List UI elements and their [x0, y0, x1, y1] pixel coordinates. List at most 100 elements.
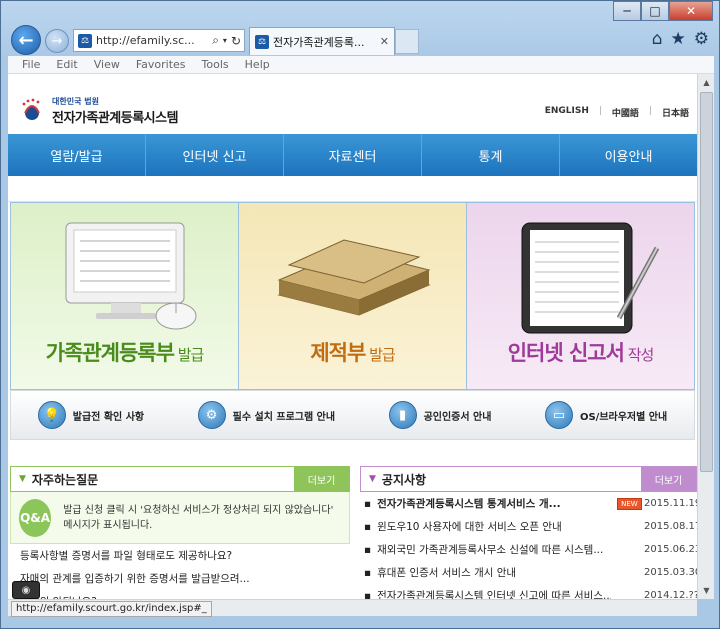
- nav-guide[interactable]: 이용안내: [560, 134, 697, 176]
- faq-list: 등록사항별 증명서를 파일 형태로도 제공하나요? 자매의 관계를 입증하기 위…: [10, 544, 350, 599]
- bullet: ▪: [364, 497, 372, 510]
- section-gap: [8, 440, 697, 466]
- quick-link-certificate[interactable]: ▮ 공인인증서 안내: [388, 401, 491, 429]
- window-controls: ─ □ ✕: [613, 1, 713, 21]
- lightbulb-icon: 💡: [37, 401, 66, 429]
- triangle-icon: ▼: [369, 474, 376, 484]
- scroll-up-icon[interactable]: ▲: [698, 74, 715, 91]
- notice-header: ▼ 공지사항 더보기: [360, 466, 697, 492]
- nav-online-report[interactable]: 인터넷 신고: [146, 134, 284, 176]
- forward-arrow-icon: →: [51, 33, 63, 49]
- vertical-scrollbar[interactable]: ▲ ▼: [697, 74, 714, 599]
- back-button[interactable]: ←: [11, 25, 41, 55]
- notice-item[interactable]: ▪ 전자가족관계등록시스템 통계서비스 개... NEW 2015.11.19: [360, 492, 697, 515]
- close-button[interactable]: ✕: [669, 1, 713, 21]
- faq-header: ▼ 자주하는질문 더보기: [10, 466, 350, 492]
- language-links: ENGLISH | 中國語 | 日本語: [545, 106, 689, 119]
- quick-links: 💡 발급전 확인 사항 ⚙ 필수 설치 프로그램 안내 ▮ 공인인증서 안내 ▭…: [10, 390, 695, 440]
- faq-highlight-text: 발급 신청 클릭 시 '요청하신 서비스가 정상처리 되지 않았습니다' 메시지…: [63, 504, 334, 531]
- notice-item[interactable]: ▪ 휴대폰 인증서 서비스 개시 안내 2015.03.30: [360, 561, 697, 584]
- browser-tab[interactable]: ⚖ 전자가족관계등록... ✕: [249, 27, 395, 55]
- faq-more-button[interactable]: 더보기: [294, 467, 349, 491]
- court-emblem-icon: [18, 97, 46, 125]
- menu-tools[interactable]: Tools: [202, 58, 229, 71]
- bullet: ▪: [364, 543, 372, 556]
- lang-chinese[interactable]: 中國語: [612, 106, 639, 119]
- address-text: http://efamily.sc...: [96, 34, 195, 47]
- lang-english[interactable]: ENGLISH: [545, 106, 589, 119]
- site-logo[interactable]: 대한민국 법원 전자가족관계등록시스템: [18, 96, 179, 126]
- window-icon: ▭: [544, 401, 573, 429]
- divider: |: [598, 106, 602, 116]
- faq-highlight[interactable]: Q&A 발급 신청 클릭 시 '요청하신 서비스가 정상처리 되지 않았습니다'…: [10, 492, 350, 544]
- panel-removed-register[interactable]: 제적부 발급: [239, 203, 467, 389]
- panel-online-report[interactable]: 인터넷 신고서 작성: [467, 203, 694, 389]
- faq-section: ▼ 자주하는질문 더보기 Q&A 발급 신청 클릭 시 '요청하신 서비스가 정…: [10, 466, 350, 599]
- toolbar-icons: ⌂ ★ ⚙: [652, 29, 709, 49]
- logo-title: 전자가족관계등록시스템: [52, 111, 179, 126]
- new-tab-button[interactable]: [395, 29, 419, 54]
- faq-item[interactable]: 등록사항별 증명서를 파일 형태로도 제공하나요?: [10, 544, 350, 567]
- panel-online-report-title: 인터넷 신고서 작성: [507, 341, 655, 365]
- nav-statistics[interactable]: 통계: [422, 134, 560, 176]
- menu-help[interactable]: Help: [245, 58, 270, 71]
- menu-favorites[interactable]: Favorites: [136, 58, 186, 71]
- menu-edit[interactable]: Edit: [56, 58, 77, 71]
- dropdown-icon[interactable]: ▾: [223, 36, 227, 45]
- search-icon[interactable]: ⌕: [212, 33, 219, 48]
- notice-item[interactable]: ▪ 윈도우10 사용자에 대한 서비스 오픈 안내 2015.08.17: [360, 515, 697, 538]
- lang-japanese[interactable]: 日本語: [662, 106, 689, 119]
- browser-window: ─ □ ✕ ← → ⚖ http://efamily.sc... ⌕ ▾ ↻ ⚖…: [0, 0, 720, 629]
- faq-item[interactable]: 자매의 관계를 입증하기 위한 증명서를 발급받으려...: [10, 567, 350, 590]
- refresh-icon[interactable]: ↻: [231, 34, 241, 48]
- main-nav: 열람/발급 인터넷 신고 자료센터 통계 이용안내: [8, 134, 697, 176]
- divider: |: [648, 106, 652, 116]
- notice-title: 공지사항: [381, 472, 427, 487]
- bullet: ▪: [364, 520, 372, 533]
- scroll-down-icon[interactable]: ▼: [698, 582, 715, 599]
- site-favicon-icon: ⚖: [78, 33, 92, 48]
- nav-view-issue[interactable]: 열람/발급: [8, 134, 146, 176]
- settings-gear-icon[interactable]: ⚙: [694, 29, 709, 49]
- tab-title: 전자가족관계등록...: [273, 35, 365, 49]
- audio-player-icon[interactable]: ◉: [12, 581, 40, 599]
- close-tab-icon[interactable]: ✕: [380, 35, 389, 48]
- status-bar-url: http://efamily.scourt.go.kr/index.jsp#_: [11, 601, 212, 617]
- panel-removed-register-title: 제적부 발급: [310, 341, 395, 365]
- menu-file[interactable]: File: [22, 58, 40, 71]
- menu-view[interactable]: View: [94, 58, 120, 71]
- notice-list: ▪ 전자가족관계등록시스템 통계서비스 개... NEW 2015.11.19 ▪ 윈도…: [360, 492, 697, 599]
- quick-link-os-browser[interactable]: ▭ OS/브라우저별 안내: [544, 401, 667, 429]
- tablet-form-illustration: [521, 222, 660, 334]
- nav-resources[interactable]: 자료센터: [284, 134, 422, 176]
- maximize-button[interactable]: □: [641, 1, 669, 21]
- old-books-illustration: [277, 239, 431, 316]
- address-bar[interactable]: ⚖ http://efamily.sc... ⌕ ▾ ↻: [73, 29, 245, 52]
- back-arrow-icon: ←: [18, 29, 34, 51]
- panel-family-register-title: 가족관계등록부 발급: [45, 341, 205, 365]
- quick-link-check-before-issue[interactable]: 💡 발급전 확인 사항: [37, 401, 144, 429]
- menu-bar: File Edit View Favorites Tools Help: [8, 56, 714, 74]
- notice-section: ▼ 공지사항 더보기 ▪ 전자가족관계등록시스템 통계서비스 개... NEW 201…: [360, 466, 697, 599]
- home-icon[interactable]: ⌂: [652, 29, 663, 49]
- forward-button[interactable]: →: [45, 29, 69, 53]
- quick-link-required-programs[interactable]: ⚙ 필수 설치 프로그램 안내: [197, 401, 335, 429]
- favorites-star-icon[interactable]: ★: [671, 29, 686, 49]
- faq-title: 자주하는질문: [31, 472, 99, 487]
- notice-item[interactable]: ▪ 전자가족관계등록시스템 인터넷 신고에 따른 서비스... 2014.12.??: [360, 584, 697, 600]
- triangle-icon: ▼: [19, 474, 26, 484]
- faq-item[interactable]: ...제외 안되나요?: [10, 590, 350, 599]
- usb-icon: ▮: [388, 401, 417, 429]
- tab-favicon-icon: ⚖: [255, 34, 269, 49]
- new-badge: NEW: [617, 497, 642, 510]
- main-panels: 가족관계등록부 발급 제적부 발급 인터넷 신고서 작성: [10, 202, 695, 390]
- notice-item[interactable]: ▪ 재외국민 가족관계등록사무소 신설에 따른 시스템... 2015.06.23: [360, 538, 697, 561]
- logo-subtitle: 대한민국 법원: [52, 97, 99, 106]
- bullet: ▪: [364, 589, 372, 600]
- panel-family-register[interactable]: 가족관계등록부 발급: [11, 203, 239, 389]
- minimize-button[interactable]: ─: [613, 1, 641, 21]
- notice-more-button[interactable]: 더보기: [641, 467, 696, 491]
- nav-sub-band: [8, 176, 697, 202]
- bullet: ▪: [364, 566, 372, 579]
- scroll-thumb[interactable]: [700, 92, 713, 472]
